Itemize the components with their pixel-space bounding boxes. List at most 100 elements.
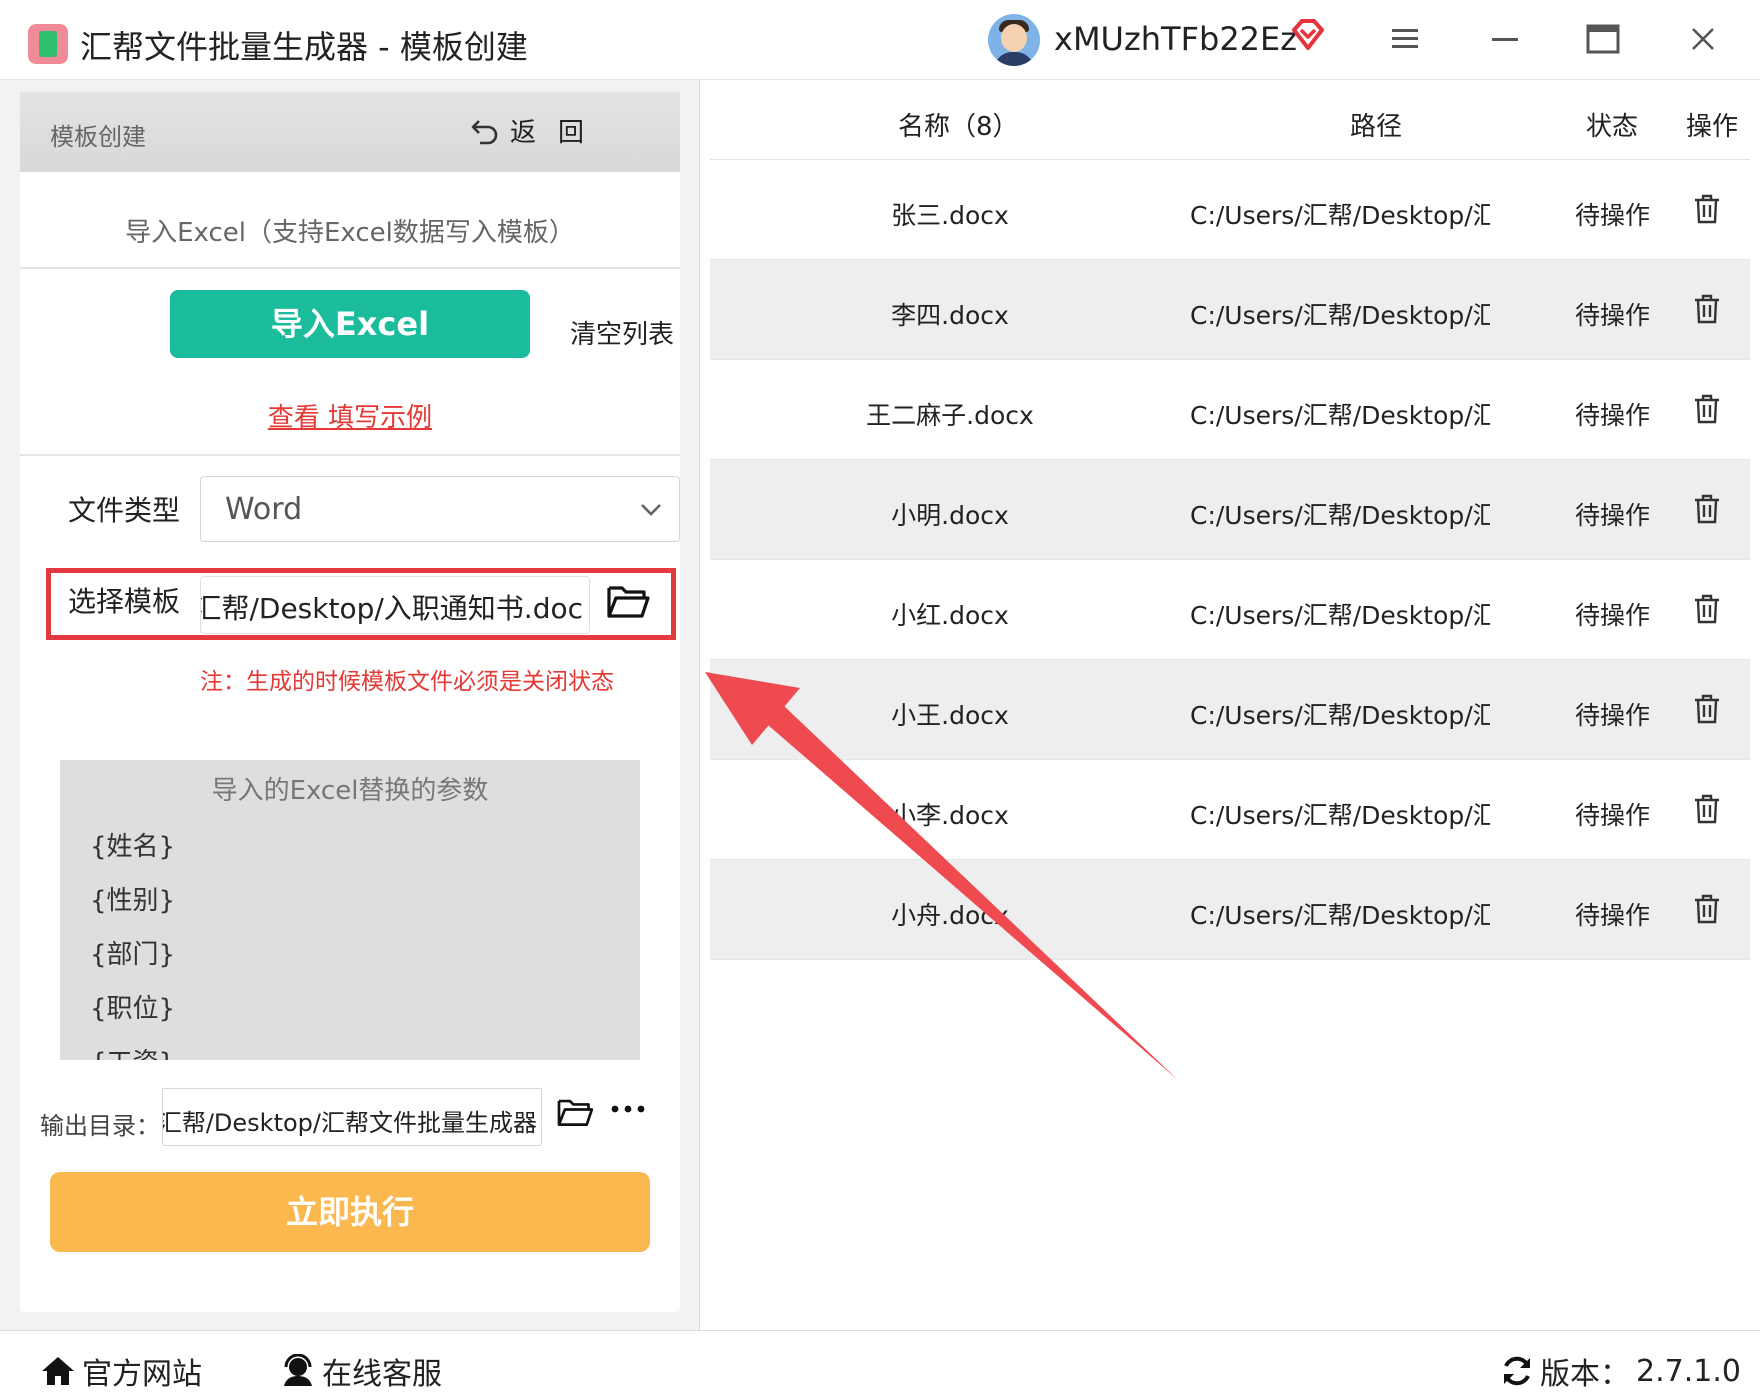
trash-icon[interactable]: [1693, 694, 1721, 724]
left-panel: 模板创建 返回 导入Excel（支持Excel数据写入模板） 导入Excel 清…: [0, 80, 700, 1330]
file-status: 待操作: [1575, 901, 1651, 930]
status-bar: 官方网站 在线客服 版本： 2.7.1.0: [0, 1330, 1760, 1400]
version-number: 2.7.1.0: [1636, 1353, 1741, 1389]
title-bar: 汇帮文件批量生成器 - 模板创建 xMUzhTFb22Ez: [0, 0, 1760, 80]
online-support-link[interactable]: 在线客服: [280, 1349, 442, 1393]
table-row[interactable]: 小王.docx C:/Users/汇帮/Desktop/汇帮文件 待操作: [710, 660, 1750, 760]
execute-now-button[interactable]: 立即执行: [50, 1172, 650, 1252]
divider: [20, 267, 680, 269]
table-row[interactable]: 李四.docx C:/Users/汇帮/Desktop/汇帮文件 待操作: [710, 260, 1750, 360]
file-path: C:/Users/汇帮/Desktop/汇帮文件: [1190, 801, 1490, 830]
trash-icon[interactable]: [1693, 594, 1721, 624]
output-dir-input[interactable]: 汇帮/Desktop/汇帮文件批量生成器: [162, 1088, 542, 1146]
clear-list-button[interactable]: 清空列表: [570, 314, 674, 351]
minimize-icon[interactable]: [1490, 26, 1520, 52]
file-status: 待操作: [1575, 201, 1651, 230]
file-name: 张三.docx: [891, 201, 1009, 230]
table-row[interactable]: 小明.docx C:/Users/汇帮/Desktop/汇帮文件 待操作: [710, 460, 1750, 560]
maximize-icon[interactable]: [1586, 24, 1620, 54]
params-title: 导入的Excel替换的参数: [211, 776, 489, 806]
table-row[interactable]: 小舟.docx C:/Users/汇帮/Desktop/汇帮文件 待操作: [710, 860, 1750, 960]
file-path: C:/Users/汇帮/Desktop/汇帮文件: [1190, 501, 1490, 530]
column-header-status: 状态: [1586, 112, 1639, 142]
column-header-action: 操作: [1686, 112, 1739, 142]
template-note: 注：生成的时候模板文件必须是关闭状态: [200, 669, 614, 695]
file-path: C:/Users/汇帮/Desktop/汇帮文件: [1190, 901, 1490, 930]
param-item: {性别}: [90, 886, 176, 916]
version-info[interactable]: 版本： 2.7.1.0: [1500, 1349, 1741, 1393]
user-avatar[interactable]: [988, 14, 1040, 66]
refresh-icon: [1504, 1356, 1530, 1386]
trash-icon[interactable]: [1693, 194, 1721, 224]
trash-icon[interactable]: [1693, 294, 1721, 324]
template-path-value: 汇帮/Desktop/入职通知书.doc: [200, 592, 583, 625]
window-title: 汇帮文件批量生成器 - 模板创建: [80, 28, 528, 66]
template-path-input[interactable]: 汇帮/Desktop/入职通知书.doc: [200, 576, 590, 634]
panel-title: 模板创建: [50, 123, 146, 151]
file-name: 小红.docx: [891, 601, 1009, 630]
home-icon: [42, 1357, 74, 1385]
file-name: 小李.docx: [891, 801, 1009, 830]
file-status: 待操作: [1575, 401, 1651, 430]
table-header: 名称（8） 路径 状态 操作: [710, 80, 1750, 160]
file-type-select[interactable]: Word: [200, 476, 680, 542]
panel-header: 模板创建 返回: [20, 92, 680, 172]
file-name: 小王.docx: [891, 701, 1009, 730]
table-row[interactable]: 王二麻子.docx C:/Users/汇帮/Desktop/汇帮文件 待操作: [710, 360, 1750, 460]
column-header-path: 路径: [1350, 112, 1403, 142]
chevron-down-icon: [641, 504, 661, 516]
file-list-table: 名称（8） 路径 状态 操作 张三.docx C:/Users/汇帮/Deskt…: [710, 80, 1750, 1330]
file-path: C:/Users/汇帮/Desktop/汇帮文件: [1190, 301, 1490, 330]
file-name: 小舟.docx: [891, 901, 1009, 930]
trash-icon[interactable]: [1693, 794, 1721, 824]
file-name: 小明.docx: [891, 501, 1009, 530]
file-path: C:/Users/汇帮/Desktop/汇帮文件: [1190, 401, 1490, 430]
output-dir-label: 输出目录：: [40, 1112, 160, 1140]
file-path: C:/Users/汇帮/Desktop/汇帮文件: [1190, 201, 1490, 230]
file-name: 王二麻子.docx: [866, 401, 1034, 430]
username[interactable]: xMUzhTFb22Ez: [1054, 20, 1297, 58]
menu-icon[interactable]: [1390, 26, 1420, 52]
back-label: 返回: [510, 118, 607, 148]
close-icon[interactable]: [1690, 26, 1716, 52]
param-item: {职位}: [90, 994, 176, 1024]
param-item: {姓名}: [90, 832, 176, 862]
trash-icon[interactable]: [1693, 494, 1721, 524]
file-path: C:/Users/汇帮/Desktop/汇帮文件: [1190, 601, 1490, 630]
import-excel-button[interactable]: 导入Excel: [170, 290, 530, 358]
folder-icon[interactable]: [606, 582, 650, 620]
view-example-link[interactable]: 查看 填写示例: [20, 397, 680, 434]
online-support-label: 在线客服: [322, 1357, 442, 1392]
template-label: 选择模板: [68, 585, 181, 618]
more-icon[interactable]: [610, 1102, 646, 1116]
file-status: 待操作: [1575, 301, 1651, 330]
back-arrow-icon: [471, 119, 498, 144]
file-status: 待操作: [1575, 601, 1651, 630]
table-row[interactable]: 小红.docx C:/Users/汇帮/Desktop/汇帮文件 待操作: [710, 560, 1750, 660]
import-excel-title: 导入Excel（支持Excel数据写入模板）: [125, 218, 575, 248]
app-logo-icon: [28, 24, 68, 64]
headset-icon: [284, 1354, 312, 1386]
table-row[interactable]: 小李.docx C:/Users/汇帮/Desktop/汇帮文件 待操作: [710, 760, 1750, 860]
template-settings-card: 模板创建 返回 导入Excel（支持Excel数据写入模板） 导入Excel 清…: [20, 92, 680, 1312]
folder-icon[interactable]: [556, 1096, 594, 1128]
back-button[interactable]: 返回: [470, 112, 606, 149]
trash-icon[interactable]: [1693, 894, 1721, 924]
file-status: 待操作: [1575, 501, 1651, 530]
file-status: 待操作: [1575, 801, 1651, 830]
output-dir-value: 汇帮/Desktop/汇帮文件批量生成器: [162, 1109, 537, 1137]
file-name: 李四.docx: [891, 301, 1009, 330]
param-item: {部门}: [90, 940, 176, 970]
file-path: C:/Users/汇帮/Desktop/汇帮文件: [1190, 701, 1490, 730]
column-header-name: 名称（8）: [898, 112, 1019, 142]
table-row[interactable]: 张三.docx C:/Users/汇帮/Desktop/汇帮文件 待操作: [710, 160, 1750, 260]
divider: [20, 454, 680, 456]
file-type-label: 文件类型: [68, 494, 181, 527]
vip-diamond-icon[interactable]: [1290, 18, 1326, 52]
file-type-value: Word: [225, 492, 303, 527]
official-website-link[interactable]: 官方网站: [40, 1349, 202, 1393]
param-item: {工资}: [90, 1042, 175, 1060]
official-website-label: 官方网站: [82, 1357, 202, 1392]
trash-icon[interactable]: [1693, 394, 1721, 424]
version-label: 版本：: [1540, 1357, 1630, 1392]
